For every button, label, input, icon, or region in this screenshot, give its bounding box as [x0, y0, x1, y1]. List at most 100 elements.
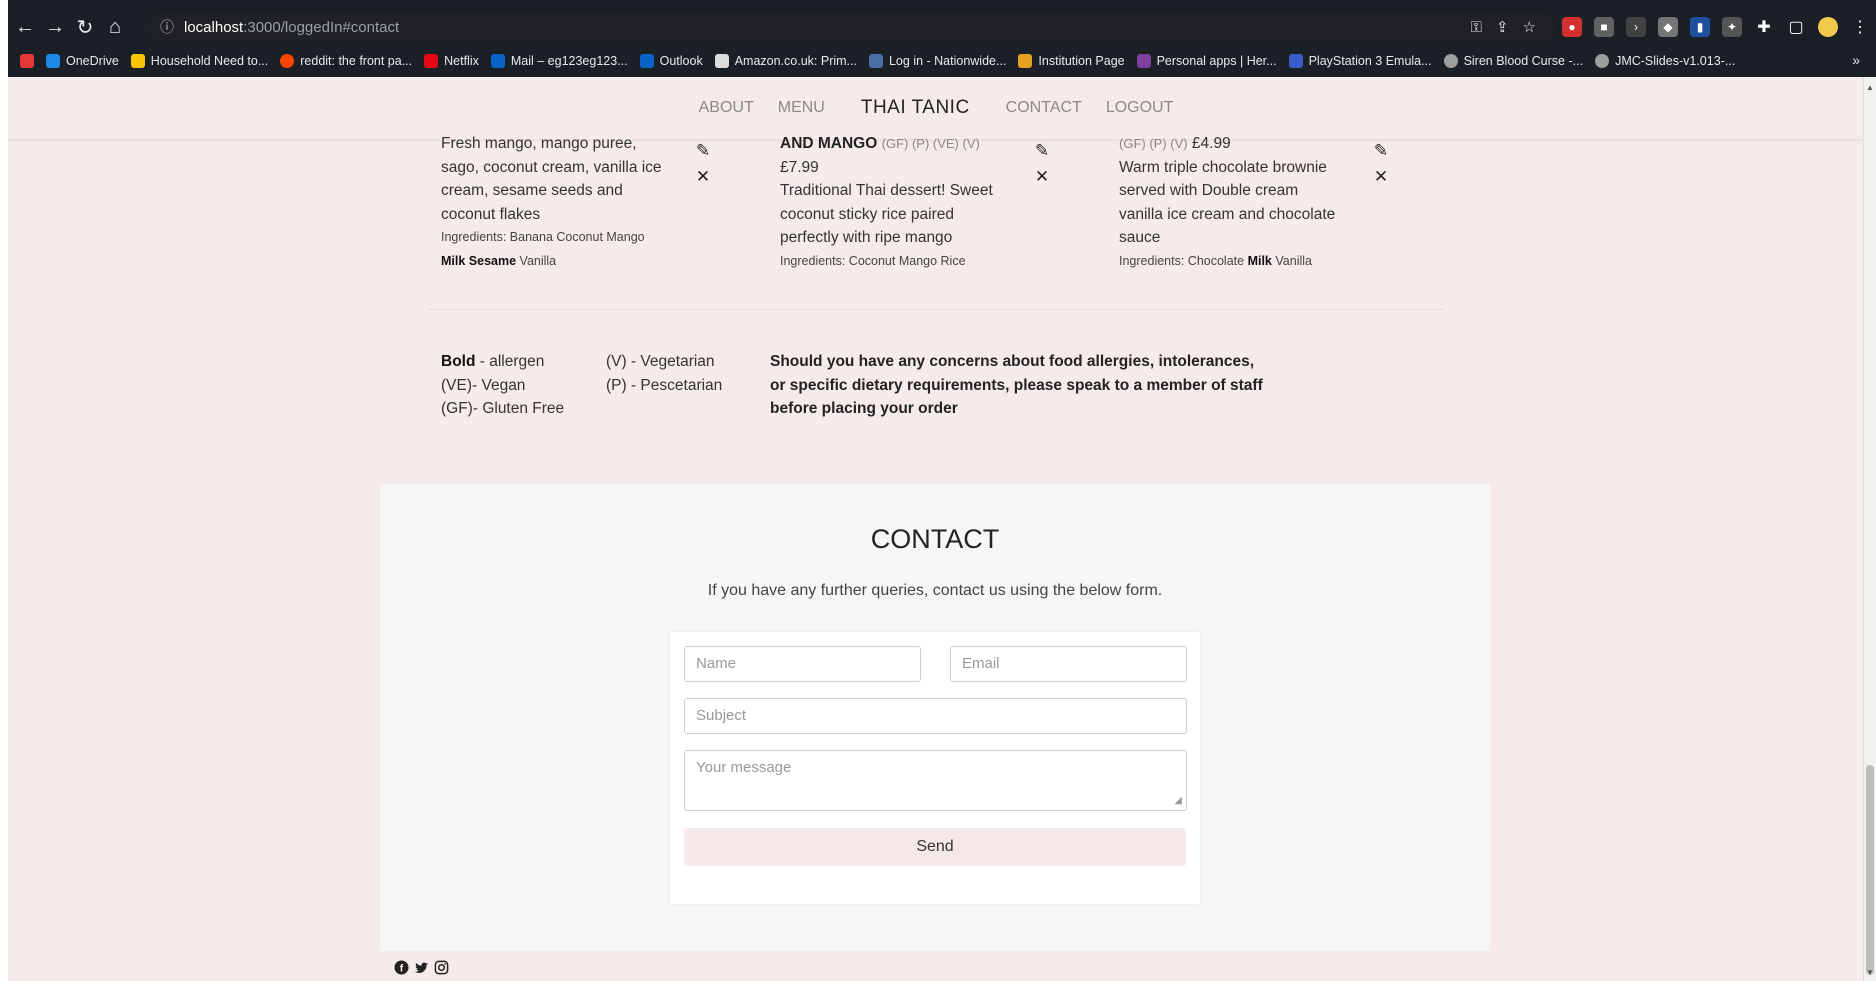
bookmark-star-icon[interactable]: ☆	[1523, 18, 1536, 36]
bookmark-label: Mail – eg123eg123...	[510, 54, 628, 68]
bookmark-item[interactable]: Log in - Nationwide...	[868, 54, 1006, 68]
browser-toolbar: ← → ↻ ⌂ ⓘ localhost:3000/loggedIn#contac…	[8, 8, 1876, 46]
facebook-icon[interactable]: f	[394, 960, 409, 975]
legend-bold-desc: - allergen	[475, 353, 545, 370]
edit-icon[interactable]: ✎	[1032, 141, 1052, 161]
bookmarks-bar: OneDrive Household Need to... reddit: th…	[8, 48, 1876, 74]
dish-description: perfectly with ripe mango	[780, 229, 953, 246]
delete-icon[interactable]: ✕	[1032, 167, 1052, 187]
extension-icon-1[interactable]: ●	[1562, 17, 1582, 37]
extension-icon-6[interactable]: ✦	[1722, 17, 1742, 37]
message-placeholder: Your message	[696, 759, 792, 776]
bookmark-label: OneDrive	[66, 54, 119, 68]
bookmark-item[interactable]: Netflix	[424, 54, 479, 68]
dish-ingredients: Ingredients: Coconut Mango Rice	[780, 253, 966, 268]
dietary-legend-col-1: Bold - allergen (VE)- Vegan (GF)- Gluten…	[441, 350, 564, 421]
bookmark-item[interactable]: Mail – eg123eg123...	[490, 54, 628, 68]
dish-tags: (GF) (P) (VE) (V)	[881, 136, 980, 151]
edit-icon[interactable]: ✎	[1371, 141, 1391, 161]
dish-description: cream, sesame seeds and	[441, 182, 623, 199]
kebab-menu-icon[interactable]: ⋮	[1850, 17, 1870, 37]
bookmark-label: Household Need to...	[150, 54, 269, 68]
menu-item-card: Fresh mango, mango puree, sago, coconut …	[441, 132, 671, 273]
dish-ingredients: Ingredients: Chocolate Milk Vanilla	[1119, 250, 1349, 274]
dish-ingredients: Ingredients: Banana Coconut Mango	[441, 230, 645, 244]
brand-logo[interactable]: THAI TANIC	[861, 97, 970, 119]
reload-icon[interactable]: ↻	[72, 14, 98, 40]
nav-logout[interactable]: LOGOUT	[1106, 99, 1174, 117]
message-textarea[interactable]: Your message ◢	[684, 750, 1187, 811]
bookmark-label: PlayStation 3 Emula...	[1308, 54, 1432, 68]
puzzle-extensions-icon[interactable]: ✚	[1754, 17, 1774, 37]
site-info-icon[interactable]: ⓘ	[160, 17, 174, 37]
dish-description: coconut flakes	[441, 205, 541, 223]
nav-contact[interactable]: CONTACT	[1006, 99, 1082, 117]
extension-icon-2[interactable]: ■	[1594, 17, 1614, 37]
extension-icon-5[interactable]: ▮	[1690, 17, 1710, 37]
bookmark-item[interactable]: reddit: the front pa...	[280, 54, 412, 68]
bookmark-label: Netflix	[444, 54, 479, 68]
back-icon[interactable]: ←	[12, 14, 38, 40]
profile-avatar-icon[interactable]	[1818, 17, 1838, 37]
side-panel-icon[interactable]: ▢	[1786, 17, 1806, 37]
contact-title: CONTACT	[870, 524, 1000, 554]
bookmark-item[interactable]: Outlook	[639, 54, 703, 68]
forward-icon[interactable]: →	[42, 14, 68, 40]
nav-menu[interactable]: MENU	[778, 99, 825, 117]
dish-price: £4.99	[1191, 135, 1231, 152]
key-icon[interactable]: ⚿	[1471, 19, 1482, 36]
home-icon[interactable]: ⌂	[102, 14, 128, 40]
email-input[interactable]: Email	[950, 646, 1187, 682]
dish-description: sauce	[1119, 229, 1161, 246]
page-scrollbar[interactable]: ▲ ▼	[1863, 77, 1876, 981]
dish-description: sago, coconut cream, vanilla ice	[441, 158, 662, 176]
legend-vegan: (VE)- Vegan	[441, 376, 526, 394]
menu-item-card: AND MANGO (GF) (P) (VE) (V) £7.99 Tradit…	[780, 132, 1010, 273]
extensions-bar: ● ■ › ◆ ▮ ✦ ✚ ▢ ⋮	[1562, 12, 1870, 42]
delete-icon[interactable]: ✕	[693, 167, 713, 187]
page-content: ABOUT MENU THAI TANIC CONTACT LOGOUT Fre…	[8, 77, 1864, 981]
share-icon[interactable]: ⇪	[1496, 18, 1509, 36]
legend-vegetarian: (V) - Vegetarian	[606, 353, 715, 370]
bookmark-item[interactable]: OneDrive	[46, 54, 119, 68]
dietary-legend-col-2: (V) - Vegetarian (P) - Pescetarian	[606, 350, 722, 397]
resize-handle-icon[interactable]: ◢	[1174, 795, 1182, 806]
bookmark-item[interactable]: Personal apps | Her...	[1136, 54, 1277, 68]
address-bar[interactable]: ⓘ localhost:3000/loggedIn#contact ⚿ ⇪ ☆	[146, 12, 1556, 42]
youtube-icon[interactable]	[20, 54, 34, 68]
ingredient-text: Vanilla	[1275, 253, 1312, 268]
allergen-text: Milk Sesame	[441, 253, 517, 268]
bookmark-label: JMC-Slides-v1.013-...	[1615, 54, 1736, 68]
scroll-down-icon[interactable]: ▼	[1866, 968, 1874, 977]
browser-chrome: ← → ↻ ⌂ ⓘ localhost:3000/loggedIn#contac…	[8, 0, 1876, 77]
bookmark-item[interactable]: Siren Blood Curse -...	[1443, 54, 1583, 68]
edit-icon[interactable]: ✎	[693, 141, 713, 161]
nav-about[interactable]: ABOUT	[699, 99, 754, 117]
more-bookmarks-button[interactable]: »	[1852, 52, 1860, 68]
dish-tags: (GF) (P) (V)	[1119, 136, 1188, 151]
twitter-icon[interactable]	[414, 960, 429, 975]
scrollbar-thumb[interactable]	[1866, 765, 1874, 975]
allergen-text: Milk	[1247, 253, 1272, 268]
bookmark-item[interactable]: Household Need to...	[130, 54, 269, 68]
site-navbar: ABOUT MENU THAI TANIC CONTACT LOGOUT	[8, 77, 1864, 139]
dish-description: Fresh mango, mango puree,	[441, 135, 637, 152]
bookmark-item[interactable]: JMC-Slides-v1.013-...	[1595, 54, 1735, 68]
send-button[interactable]: Send	[684, 828, 1186, 866]
menu-item-card: (GF) (P) (V) £4.99 Warm triple chocolate…	[1119, 132, 1349, 273]
bookmark-item[interactable]: Amazon.co.uk: Prim...	[714, 54, 857, 68]
instagram-icon[interactable]	[434, 960, 449, 975]
ingredient-text: Vanilla	[519, 253, 557, 268]
extension-icon-4[interactable]: ◆	[1658, 17, 1678, 37]
delete-icon[interactable]: ✕	[1371, 167, 1391, 187]
extension-icon-3[interactable]: ›	[1626, 17, 1646, 37]
bookmark-label: Amazon.co.uk: Prim...	[734, 54, 857, 68]
bookmark-item[interactable]: PlayStation 3 Emula...	[1288, 54, 1432, 68]
scroll-up-icon[interactable]: ▲	[1866, 83, 1874, 92]
bookmark-label: Outlook	[659, 54, 703, 68]
allergy-notice: Should you have any concerns about food …	[770, 353, 1263, 417]
subject-input[interactable]: Subject	[684, 698, 1187, 734]
bookmark-item[interactable]: Institution Page	[1018, 54, 1125, 68]
name-input[interactable]: Name	[684, 646, 921, 682]
omnibox-actions: ⚿ ⇪ ☆	[1471, 12, 1536, 42]
